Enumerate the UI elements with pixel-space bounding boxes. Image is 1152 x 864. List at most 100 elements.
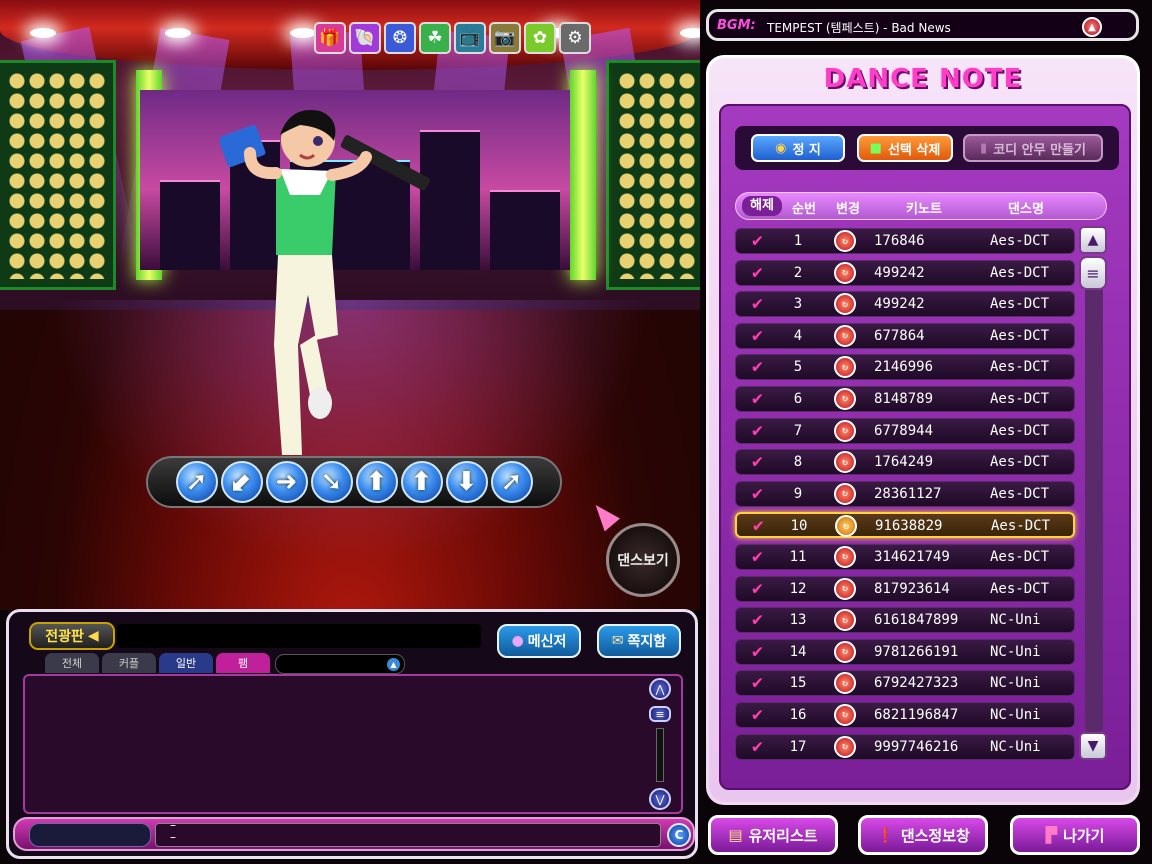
change-icon[interactable]: ↻ [834, 577, 856, 600]
messenger-button[interactable]: ● 메신저 [497, 624, 581, 658]
change-icon[interactable]: ↻ [834, 261, 856, 284]
scroll-up-icon[interactable]: ▲ [1079, 226, 1107, 254]
table-row[interactable]: ✔ 2 ↻ 499242 Aes-DCT [735, 259, 1075, 286]
table-row[interactable]: ✔ 5 ↻ 2146996 Aes-DCT [735, 354, 1075, 381]
dropdown-icon[interactable]: ▲ [387, 658, 400, 671]
chat-tab-1[interactable]: 커플 [102, 653, 156, 673]
row-number: 5 [793, 359, 803, 376]
checkbox-icon[interactable]: ✔ [752, 295, 770, 313]
checkbox-icon[interactable]: ✔ [752, 674, 770, 692]
table-row[interactable]: ✔ 3 ↻ 499242 Aes-DCT [735, 291, 1075, 318]
dance-view-button[interactable]: 댄스보기 [606, 523, 680, 597]
table-row[interactable]: ✔ 9 ↻ 28361127 Aes-DCT [735, 480, 1075, 507]
chat-send-button[interactable]: C [667, 823, 691, 847]
bgm-change-icon[interactable]: ▲ [1082, 17, 1102, 37]
header-change: 변경 [836, 202, 860, 217]
change-icon[interactable]: ↻ [834, 451, 856, 474]
change-icon[interactable]: ↻ [834, 735, 856, 758]
chat-filter-field[interactable]: ▲ [275, 654, 405, 674]
mailbox-button[interactable]: ✉ 쪽지함 [597, 624, 681, 658]
exit-button[interactable]: ▛ 나가기 [1010, 815, 1140, 855]
checkbox-icon[interactable]: ✔ [752, 232, 770, 250]
dots-icon[interactable]: ❂ [384, 22, 416, 54]
table-row[interactable]: ✔ 14 ↻ 9781266191 NC-Uni [735, 638, 1075, 665]
checkbox-icon[interactable]: ✔ [753, 517, 771, 535]
chat-channel-selector[interactable] [29, 823, 151, 847]
table-row[interactable]: ✔ 17 ↻ 9997746216 NC-Uni [735, 733, 1075, 760]
photo-icon[interactable]: 📷 [489, 22, 521, 54]
user-list-button[interactable]: ▤ 유저리스트 [708, 815, 838, 855]
change-icon[interactable]: ↻ [834, 545, 856, 568]
chat-scroll-down-icon[interactable]: ⋁ [649, 788, 671, 810]
tv-icon[interactable]: 📺 [454, 22, 486, 54]
exclamation-icon: ❗ [876, 826, 895, 844]
change-icon[interactable]: ↻ [834, 356, 856, 379]
header-release[interactable]: 해제 [742, 196, 782, 216]
ceiling-light [680, 28, 700, 38]
table-row[interactable]: ✔ 7 ↻ 6778944 Aes-DCT [735, 417, 1075, 444]
table-row[interactable]: ✔ 15 ↻ 6792427323 NC-Uni [735, 670, 1075, 697]
checkbox-icon[interactable]: ✔ [752, 263, 770, 282]
table-row[interactable]: ✔ 11 ↻ 314621749 Aes-DCT [735, 543, 1075, 570]
change-icon[interactable]: ↻ [834, 703, 856, 726]
arrow-up-icon: ⬆ [400, 461, 443, 503]
table-row[interactable]: ✔ 10 ↻ 91638829 Aes-DCT [735, 512, 1075, 539]
checkbox-icon[interactable]: ✔ [752, 484, 770, 503]
change-icon[interactable]: ↻ [835, 515, 857, 538]
checkbox-icon[interactable]: ✔ [752, 547, 770, 566]
table-row[interactable]: ✔ 13 ↻ 6161847899 NC-Uni [735, 607, 1075, 634]
create-choreo-button[interactable]: ▮ 코디 안무 만들기 [963, 134, 1103, 162]
change-icon[interactable]: ↻ [834, 609, 856, 632]
chat-tab-2[interactable]: 일반 [159, 653, 213, 673]
row-number: 2 [793, 264, 803, 281]
leaf-icon[interactable]: ☘ [419, 22, 451, 54]
scroll-thumb-icon[interactable]: ≡ [1079, 256, 1107, 290]
checkbox-icon[interactable]: ✔ [752, 421, 770, 440]
chat-scroll-track[interactable] [656, 728, 664, 782]
stop-button[interactable]: ◉ 정 지 [751, 134, 845, 162]
book-icon: ▮ [980, 140, 988, 156]
change-icon[interactable]: ↻ [834, 387, 856, 410]
change-icon[interactable]: ↻ [834, 640, 856, 663]
delete-selected-button[interactable]: ■ 선택 삭제 [857, 134, 953, 162]
table-row[interactable]: ✔ 12 ↻ 817923614 Aes-DCT [735, 575, 1075, 602]
change-icon[interactable]: ↻ [834, 672, 856, 695]
checkbox-icon[interactable]: ✔ [752, 358, 770, 376]
scroll-track[interactable] [1085, 256, 1103, 732]
chat-tab-3[interactable]: 팸 [216, 653, 270, 673]
gift-icon[interactable]: 🎁 [314, 22, 346, 54]
checkbox-icon[interactable]: ✔ [752, 453, 770, 471]
dance-note-table-header: 해제 순번 변경 키노트 댄스명 [735, 192, 1107, 220]
change-icon[interactable]: ↻ [834, 482, 856, 505]
checkbox-icon[interactable]: ✔ [752, 611, 770, 629]
garden-icon[interactable]: ✿ [524, 22, 556, 54]
chat-tab-0[interactable]: 전체 [45, 653, 99, 673]
table-row[interactable]: ✔ 8 ↻ 1764249 Aes-DCT [735, 449, 1075, 476]
mail-icon: ✉ [611, 633, 624, 649]
checkbox-icon[interactable]: ✔ [752, 326, 770, 345]
table-row[interactable]: ✔ 16 ↻ 6821196847 NC-Uni [735, 701, 1075, 728]
chat-scroll-up-icon[interactable]: ⋀ [649, 678, 671, 700]
chat-input[interactable]: – – [155, 818, 661, 847]
change-icon[interactable]: ↻ [834, 324, 856, 347]
chat-scrollbar[interactable]: ⋀ ≡ ⋁ [647, 678, 673, 810]
dance-note-scrollbar[interactable]: ▲ ≡ ▼ [1079, 226, 1109, 760]
wrench-icon[interactable]: ⚙ [559, 22, 591, 54]
change-icon[interactable]: ↻ [834, 293, 856, 316]
table-row[interactable]: ✔ 1 ↻ 176846 Aes-DCT [735, 228, 1075, 254]
scroll-down-icon[interactable]: ▼ [1079, 732, 1107, 760]
chat-scroll-thumb-icon[interactable]: ≡ [649, 706, 671, 722]
checkbox-icon[interactable]: ✔ [752, 642, 770, 661]
checkbox-icon[interactable]: ✔ [752, 389, 770, 408]
checkbox-icon[interactable]: ✔ [752, 579, 770, 598]
change-icon[interactable]: ↻ [834, 230, 856, 252]
table-row[interactable]: ✔ 4 ↻ 677864 Aes-DCT [735, 322, 1075, 349]
checkbox-icon[interactable]: ✔ [752, 737, 770, 756]
checkbox-icon[interactable]: ✔ [752, 705, 770, 724]
dance-info-button[interactable]: ❗ 댄스정보창 [858, 815, 988, 855]
chat-panel: 전광판 ◀ ● 메신저 ✉ 쪽지함 전체 커플 일반 팸 ▲ ⋀ ≡ ⋁ – – C [6, 609, 698, 859]
change-icon[interactable]: ↻ [834, 419, 856, 442]
shell-icon[interactable]: 🐚 [349, 22, 381, 54]
table-row[interactable]: ✔ 6 ↻ 8148789 Aes-DCT [735, 385, 1075, 412]
megaphone-icon: ◀ [87, 628, 99, 644]
